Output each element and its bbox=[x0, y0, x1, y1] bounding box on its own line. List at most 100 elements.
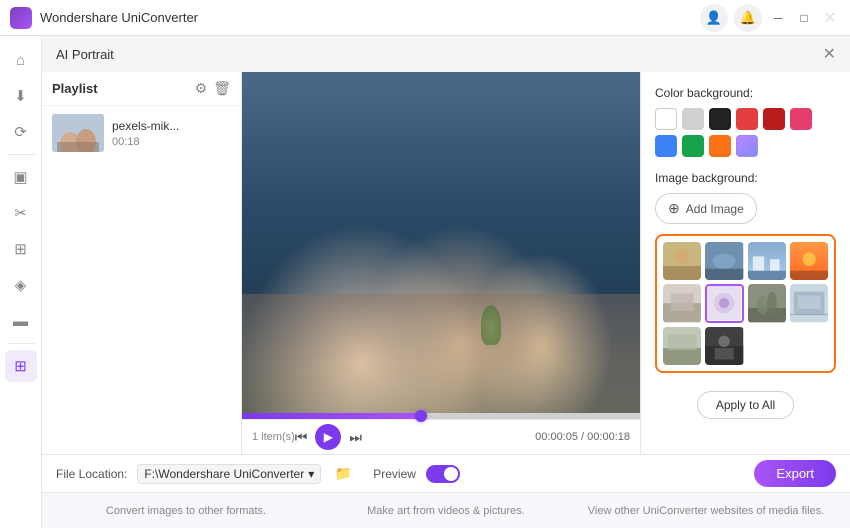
sidebar-item-compress[interactable]: ▣ bbox=[5, 161, 37, 193]
sidebar-item-cut[interactable]: ✂ bbox=[5, 197, 37, 229]
apply-all-button[interactable]: Apply to All bbox=[697, 391, 794, 419]
sidebar-item-toolbox[interactable]: ⊞ bbox=[5, 350, 37, 382]
titlebar-controls: 👤 🔔 ─ □ ✕ bbox=[700, 4, 840, 32]
image-bg-section: Image background: ⊕ Add Image bbox=[655, 171, 836, 373]
playlist-settings-icon[interactable]: ⚙ bbox=[195, 80, 208, 97]
playlist-thumbnail bbox=[52, 114, 104, 152]
swatch-pink-red[interactable] bbox=[790, 108, 812, 130]
swatch-green[interactable] bbox=[682, 135, 704, 157]
video-preview bbox=[242, 72, 640, 413]
panel-title: AI Portrait bbox=[56, 47, 114, 62]
swatch-dark-red[interactable] bbox=[763, 108, 785, 130]
toggle-knob bbox=[444, 467, 458, 481]
playlist-header-icons: ⚙ 🗑 bbox=[195, 80, 231, 97]
table-decoration bbox=[242, 294, 640, 413]
time-total: 00:00:18 bbox=[587, 431, 630, 443]
right-panel: Color background: bbox=[640, 72, 850, 454]
close-panel-button[interactable]: ✕ bbox=[823, 44, 836, 64]
image-thumb-6-selected[interactable] bbox=[705, 284, 743, 322]
timeline-thumb[interactable] bbox=[415, 410, 427, 422]
timeline-progress bbox=[242, 413, 421, 419]
swatch-light-gray[interactable] bbox=[682, 108, 704, 130]
bell-icon[interactable]: 🔔 bbox=[734, 4, 762, 32]
image-thumb-9[interactable] bbox=[663, 327, 701, 365]
prev-button[interactable]: ⏮ bbox=[295, 429, 308, 446]
playlist-item-name: pexels-mik... bbox=[112, 119, 231, 133]
time-display: 00:00:05 / 00:00:18 bbox=[362, 431, 630, 443]
title-bar: Wondershare UniConverter 👤 🔔 ─ □ ✕ bbox=[0, 0, 850, 36]
bottom-bar: File Location: F:\Wondershare UniConvert… bbox=[42, 454, 850, 492]
file-path-value: F:\Wondershare UniConverter bbox=[144, 467, 304, 481]
close-button[interactable]: ✕ bbox=[820, 8, 840, 28]
image-grid bbox=[663, 242, 828, 365]
image-thumb-1[interactable] bbox=[663, 242, 701, 280]
image-thumb-4[interactable] bbox=[790, 242, 828, 280]
play-button[interactable]: ▶ bbox=[315, 424, 341, 450]
playlist-thumb-image bbox=[52, 114, 104, 152]
playlist-item-duration: 00:18 bbox=[112, 136, 231, 148]
time-current: 00:00:05 bbox=[535, 431, 578, 443]
notif-item-3: View other UniConverter websites of medi… bbox=[576, 505, 836, 517]
list-item[interactable]: pexels-mik... 00:18 bbox=[42, 106, 241, 160]
sidebar-divider-2 bbox=[7, 343, 35, 344]
app-logo bbox=[10, 7, 32, 29]
image-thumb-7[interactable] bbox=[748, 284, 786, 322]
playlist-delete-icon[interactable]: 🗑 bbox=[213, 80, 231, 97]
content-area: AI Portrait ✕ Playlist ⚙ 🗑 bbox=[42, 36, 850, 528]
image-thumb-3[interactable] bbox=[748, 242, 786, 280]
notification-bar: Convert images to other formats. Make ar… bbox=[42, 492, 850, 528]
sidebar-divider-1 bbox=[7, 154, 35, 155]
color-bg-label: Color background: bbox=[655, 86, 836, 100]
inner-content: Playlist ⚙ 🗑 bbox=[42, 72, 850, 454]
video-section: 1 item(s) ⏮ ▶ ⏭ 00:00:05 / 00:00:18 bbox=[242, 72, 640, 454]
export-button[interactable]: Export bbox=[754, 460, 836, 487]
app-title: Wondershare UniConverter bbox=[40, 10, 700, 25]
maximize-button[interactable]: □ bbox=[794, 8, 814, 28]
panel-header: AI Portrait ✕ bbox=[42, 36, 850, 72]
plant-decoration bbox=[481, 305, 501, 345]
items-count: 1 item(s) bbox=[252, 431, 295, 443]
image-thumb-8[interactable] bbox=[790, 284, 828, 322]
sidebar-item-merge[interactable]: ⊞ bbox=[5, 233, 37, 265]
timeline-bar[interactable] bbox=[242, 413, 640, 419]
sidebar-item-convert[interactable]: ⟳ bbox=[5, 116, 37, 148]
add-image-button[interactable]: ⊕ Add Image bbox=[655, 193, 757, 224]
playlist-title: Playlist bbox=[52, 81, 98, 96]
swatch-blue[interactable] bbox=[655, 135, 677, 157]
sidebar-item-download[interactable]: ⬇ bbox=[5, 80, 37, 112]
user-icon[interactable]: 👤 bbox=[700, 4, 728, 32]
add-image-label: Add Image bbox=[686, 202, 744, 216]
chevron-down-icon: ▾ bbox=[308, 467, 314, 481]
color-swatches bbox=[655, 108, 836, 157]
swatch-black[interactable] bbox=[709, 108, 731, 130]
sidebar-item-subtitle[interactable]: ▬ bbox=[5, 305, 37, 337]
next-button[interactable]: ⏭ bbox=[349, 429, 362, 446]
image-grid-container bbox=[655, 234, 836, 373]
swatch-purple-gradient[interactable] bbox=[736, 135, 758, 157]
playback-controls: ⏮ ▶ ⏭ bbox=[295, 424, 362, 450]
open-folder-button[interactable]: 📁 bbox=[331, 462, 355, 486]
playlist-item-info: pexels-mik... 00:18 bbox=[112, 119, 231, 148]
color-bg-section: Color background: bbox=[655, 86, 836, 157]
image-bg-label: Image background: bbox=[655, 171, 836, 185]
add-icon: ⊕ bbox=[668, 200, 680, 217]
swatch-orange[interactable] bbox=[709, 135, 731, 157]
file-path-selector[interactable]: F:\Wondershare UniConverter ▾ bbox=[137, 464, 321, 484]
sidebar-item-watermark[interactable]: ◈ bbox=[5, 269, 37, 301]
minimize-button[interactable]: ─ bbox=[768, 8, 788, 28]
image-thumb-10[interactable] bbox=[705, 327, 743, 365]
video-frame bbox=[242, 72, 640, 413]
swatch-white[interactable] bbox=[655, 108, 677, 130]
file-location-label: File Location: bbox=[56, 467, 127, 481]
main-layout: ⌂ ⬇ ⟳ ▣ ✂ ⊞ ◈ ▬ ⊞ AI Portrait ✕ Playlist bbox=[0, 36, 850, 528]
swatch-red[interactable] bbox=[736, 108, 758, 130]
image-thumb-5[interactable] bbox=[663, 284, 701, 322]
notif-item-2: Make art from videos & pictures. bbox=[316, 505, 576, 517]
sidebar: ⌂ ⬇ ⟳ ▣ ✂ ⊞ ◈ ▬ ⊞ bbox=[0, 36, 42, 528]
preview-toggle[interactable] bbox=[426, 465, 460, 483]
playlist-header: Playlist ⚙ 🗑 bbox=[42, 72, 241, 106]
notif-item-1: Convert images to other formats. bbox=[56, 505, 316, 517]
playlist-video-area: Playlist ⚙ 🗑 bbox=[42, 72, 640, 454]
sidebar-item-home[interactable]: ⌂ bbox=[5, 44, 37, 76]
image-thumb-2[interactable] bbox=[705, 242, 743, 280]
